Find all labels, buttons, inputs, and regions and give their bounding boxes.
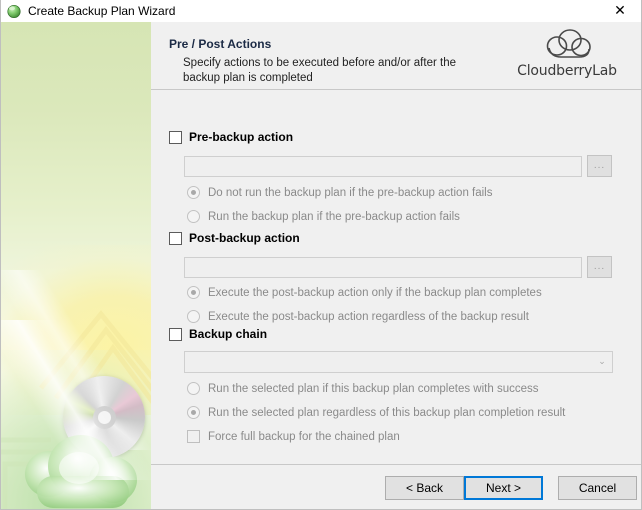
backup-chain-option-2-label: Run the selected plan regardless of this… (208, 406, 566, 419)
force-full-backup-row[interactable]: Force full backup for the chained plan (187, 430, 400, 443)
page-title: Pre / Post Actions (169, 37, 272, 51)
post-backup-command-row: ... (184, 256, 612, 278)
post-backup-browse-button[interactable]: ... (587, 256, 612, 278)
post-backup-option-1[interactable]: Execute the post-backup action only if t… (187, 286, 542, 299)
wizard-footer: < Back Next > Cancel (151, 464, 641, 509)
brand-logo: CloudberryLab (507, 28, 627, 79)
backup-chain-option-1[interactable]: Run the selected plan if this backup pla… (187, 382, 539, 395)
pre-backup-action-checkbox[interactable] (169, 130, 182, 144)
post-backup-command-input[interactable] (184, 256, 582, 278)
pre-backup-option-2-label: Run the backup plan if the pre-backup ac… (208, 210, 460, 223)
pre-backup-command-input[interactable] (184, 155, 582, 177)
pre-backup-command-row: ... (184, 155, 612, 177)
back-button[interactable]: < Back (385, 476, 464, 500)
force-full-backup-label: Force full backup for the chained plan (208, 430, 400, 443)
title-bar: Create Backup Plan Wizard ✕ (1, 0, 641, 22)
post-backup-option-2[interactable]: Execute the post-backup action regardles… (187, 310, 529, 323)
window-title: Create Backup Plan Wizard (28, 3, 176, 18)
options-body: Pre-backup action ... Do not run the bac… (151, 91, 641, 464)
wizard-window: Create Backup Plan Wizard ✕ Pre / Post A… (0, 0, 642, 510)
green-cloud-graphic (23, 426, 141, 508)
backup-chain-option-2-radio[interactable] (187, 406, 200, 419)
pre-backup-option-2-radio[interactable] (187, 210, 200, 223)
next-button[interactable]: Next > (464, 476, 543, 500)
pre-backup-option-1[interactable]: Do not run the backup plan if the pre-ba… (187, 186, 492, 199)
pre-backup-action-checkbox-row[interactable]: Pre-backup action (169, 130, 293, 144)
backup-chain-checkbox-row[interactable]: Backup chain (169, 327, 267, 341)
backup-chain-checkbox[interactable] (169, 327, 182, 341)
post-backup-action-checkbox[interactable] (169, 231, 182, 245)
backup-chain-plan-select[interactable]: ⌄ (184, 351, 613, 373)
wizard-side-banner (1, 22, 151, 509)
backup-chain-label: Backup chain (189, 327, 268, 341)
post-backup-action-checkbox-row[interactable]: Post-backup action (169, 231, 300, 245)
post-backup-option-2-radio[interactable] (187, 310, 200, 323)
cloudberry-sphere-icon (6, 3, 22, 19)
post-backup-option-1-label: Execute the post-backup action only if t… (208, 286, 542, 299)
force-full-backup-checkbox[interactable] (187, 430, 200, 443)
pre-backup-option-2[interactable]: Run the backup plan if the pre-backup ac… (187, 210, 460, 223)
backup-chain-option-2[interactable]: Run the selected plan regardless of this… (187, 406, 565, 419)
post-backup-action-label: Post-backup action (189, 231, 300, 245)
pre-backup-browse-button[interactable]: ... (587, 155, 612, 177)
post-backup-option-2-label: Execute the post-backup action regardles… (208, 310, 529, 323)
page-subtitle: Specify actions to be executed before an… (183, 57, 456, 84)
pre-backup-option-1-radio[interactable] (187, 186, 200, 199)
backup-chain-option-1-radio[interactable] (187, 382, 200, 395)
chevron-down-icon[interactable]: ⌄ (592, 357, 612, 367)
close-icon[interactable]: ✕ (597, 0, 641, 22)
backup-chain-option-1-label: Run the selected plan if this backup pla… (208, 382, 539, 395)
brand-name: CloudberryLab (517, 63, 617, 79)
pre-backup-option-1-label: Do not run the backup plan if the pre-ba… (208, 186, 493, 199)
cancel-button[interactable]: Cancel (558, 476, 637, 500)
page-header: Pre / Post Actions Specify actions to be… (151, 22, 641, 90)
post-backup-option-1-radio[interactable] (187, 286, 200, 299)
cloud-icon (507, 28, 627, 62)
pre-backup-action-label: Pre-backup action (189, 130, 294, 144)
wizard-content: Pre / Post Actions Specify actions to be… (151, 22, 641, 509)
